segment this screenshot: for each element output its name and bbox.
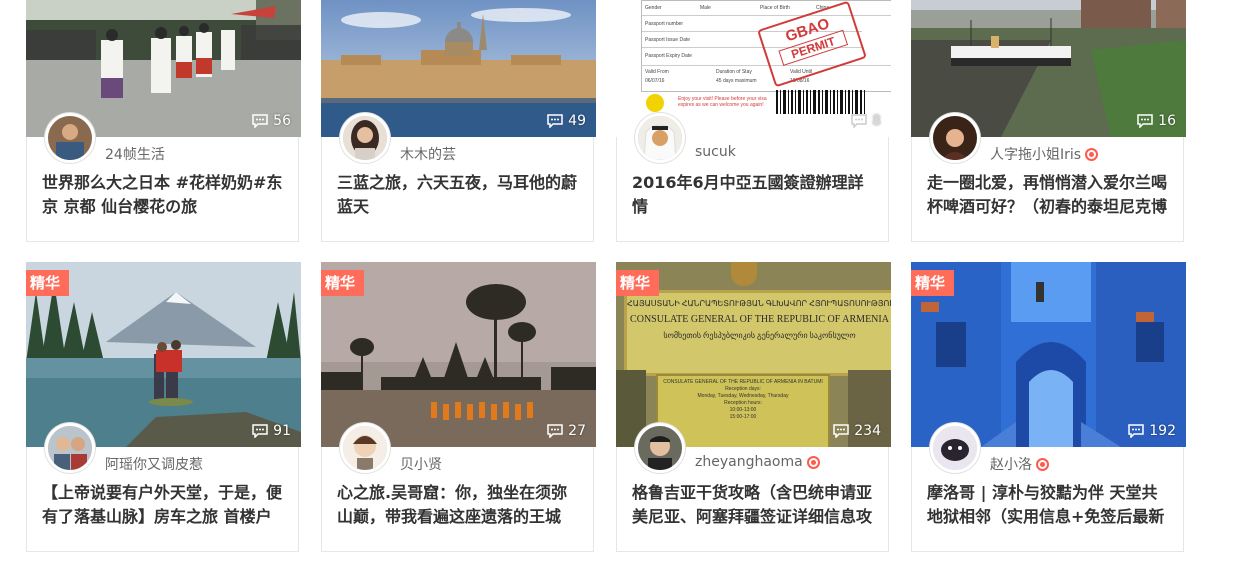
- avatar[interactable]: [635, 113, 685, 163]
- travel-card[interactable]: 精华 27 贝小贤 心之旅.吴哥窟：你，独坐在须弥山巅，带我看遍这座遗落的王城: [321, 262, 596, 552]
- smiley-icon: [646, 94, 664, 112]
- card-title[interactable]: 【上帝说要有户外天堂，于是，便有了落基山脉】房车之旅 首楼户: [42, 481, 283, 529]
- comment-count-value: 234: [854, 423, 881, 439]
- featured-badge: 精华: [616, 270, 660, 301]
- card-title[interactable]: 世界那么大之日本 #花样奶奶#东京 京都 仙台樱花の旅: [42, 171, 283, 219]
- featured-badge: 精华: [321, 270, 365, 301]
- verified-icon: [1085, 147, 1099, 161]
- comment-count: 8: [851, 113, 881, 129]
- author-name[interactable]: sucuk: [695, 144, 736, 160]
- author-name[interactable]: 人字拖小姐Iris: [990, 144, 1099, 164]
- comment-icon: [547, 424, 563, 438]
- travel-card[interactable]: Gender Male Place of Birth China Passpor…: [616, 0, 891, 242]
- travel-card[interactable]: ՀԱՅԱՍՏԱՆԻ ՀԱՆՐԱՊԵՏՈՒԹՅԱՆ ԳԼԽԱՎՈՐ ՀՅՈՒՊԱՏ…: [616, 262, 891, 552]
- travel-card[interactable]: 16 人字拖小姐Iris 走一圈北爱，再悄悄潜入爱尔兰喝杯啤酒可好？（初春的泰坦…: [911, 0, 1186, 242]
- comment-icon: [252, 114, 268, 128]
- avatar[interactable]: [340, 113, 390, 163]
- card-title[interactable]: 三蓝之旅，六天五夜，马耳他的蔚蓝天: [337, 171, 578, 219]
- comment-count: 49: [547, 113, 586, 129]
- avatar[interactable]: [340, 423, 390, 473]
- comment-count-value: 49: [568, 113, 586, 129]
- avatar[interactable]: [635, 423, 685, 473]
- comment-icon: [1128, 424, 1145, 438]
- featured-badge: 精华: [911, 270, 955, 301]
- card-thumbnail[interactable]: ՀԱՅԱՍՏԱՆԻ ՀԱՆՐԱՊԵՏՈՒԹՅԱՆ ԳԼԽԱՎՈՐ ՀՅՈՒՊԱՏ…: [616, 262, 891, 447]
- author-name[interactable]: 阿瑶你又调皮惹: [105, 454, 203, 474]
- card-title[interactable]: 走一圈北爱，再悄悄潜入爱尔兰喝杯啤酒可好？（初春的泰坦尼克博: [927, 171, 1168, 219]
- author-name[interactable]: 赵小洛: [990, 454, 1049, 474]
- comment-count-value: 91: [273, 423, 291, 439]
- verified-icon: [1036, 457, 1049, 471]
- card-thumbnail[interactable]: 精华 91: [26, 262, 301, 447]
- comment-count: 16: [1137, 113, 1176, 129]
- avatar[interactable]: [45, 113, 95, 163]
- comment-count: 56: [252, 113, 291, 129]
- comment-count-value: 192: [1149, 423, 1176, 439]
- avatar[interactable]: [930, 423, 980, 473]
- comment-count: 27: [547, 423, 586, 439]
- verified-icon: [806, 455, 820, 469]
- featured-badge: 精华: [26, 270, 70, 301]
- barcode: [776, 90, 865, 114]
- card-thumbnail[interactable]: 精华 192: [911, 262, 1186, 447]
- comment-icon: [833, 424, 850, 438]
- comment-icon: [547, 114, 563, 128]
- avatar[interactable]: [930, 113, 980, 163]
- comment-icon: [252, 424, 268, 438]
- comment-count: 192: [1128, 423, 1176, 439]
- travel-card[interactable]: 精华 192 赵小洛 摩洛哥 | 淳朴与狡黠为伴 天堂共地狱相邻（实用信息+免签…: [911, 262, 1186, 552]
- comment-count-value: 8: [872, 113, 881, 129]
- author-name[interactable]: 24帧生活: [105, 144, 165, 164]
- travel-card[interactable]: 49 木木的芸 三蓝之旅，六天五夜，马耳他的蔚蓝天: [321, 0, 596, 242]
- travel-card[interactable]: 精华 91 阿瑶你又调皮惹 【上帝说要有户外天堂，于是，便有了落基山脉】房车之旅…: [26, 262, 301, 552]
- comment-icon: [1137, 114, 1153, 128]
- comment-count-value: 56: [273, 113, 291, 129]
- comment-count-value: 27: [568, 423, 586, 439]
- comment-count: 91: [252, 423, 291, 439]
- card-title[interactable]: 摩洛哥 | 淳朴与狡黠为伴 天堂共地狱相邻（实用信息+免签后最新: [927, 481, 1168, 529]
- card-title[interactable]: 心之旅.吴哥窟：你，独坐在须弥山巅，带我看遍这座遗落的王城: [337, 481, 578, 529]
- comment-count: 234: [833, 423, 881, 439]
- travel-card[interactable]: 56 24帧生活 世界那么大之日本 #花样奶奶#东京 京都 仙台樱花の旅: [26, 0, 301, 242]
- card-thumbnail[interactable]: 精华 27: [321, 262, 596, 447]
- author-name[interactable]: zheyanghaoma: [695, 454, 820, 470]
- avatar[interactable]: [45, 423, 95, 473]
- comment-icon: [851, 114, 867, 128]
- coat-of-arms: [731, 262, 757, 286]
- author-name[interactable]: 木木的芸: [400, 144, 456, 164]
- comment-count-value: 16: [1158, 113, 1176, 129]
- author-name[interactable]: 贝小贤: [400, 454, 442, 474]
- card-title[interactable]: 2016年6月中亞五國簽證辦理詳情: [632, 171, 873, 219]
- card-title[interactable]: 格鲁吉亚干货攻略（含巴统申请亚美尼亚、阿塞拜疆签证详细信息攻: [632, 481, 873, 529]
